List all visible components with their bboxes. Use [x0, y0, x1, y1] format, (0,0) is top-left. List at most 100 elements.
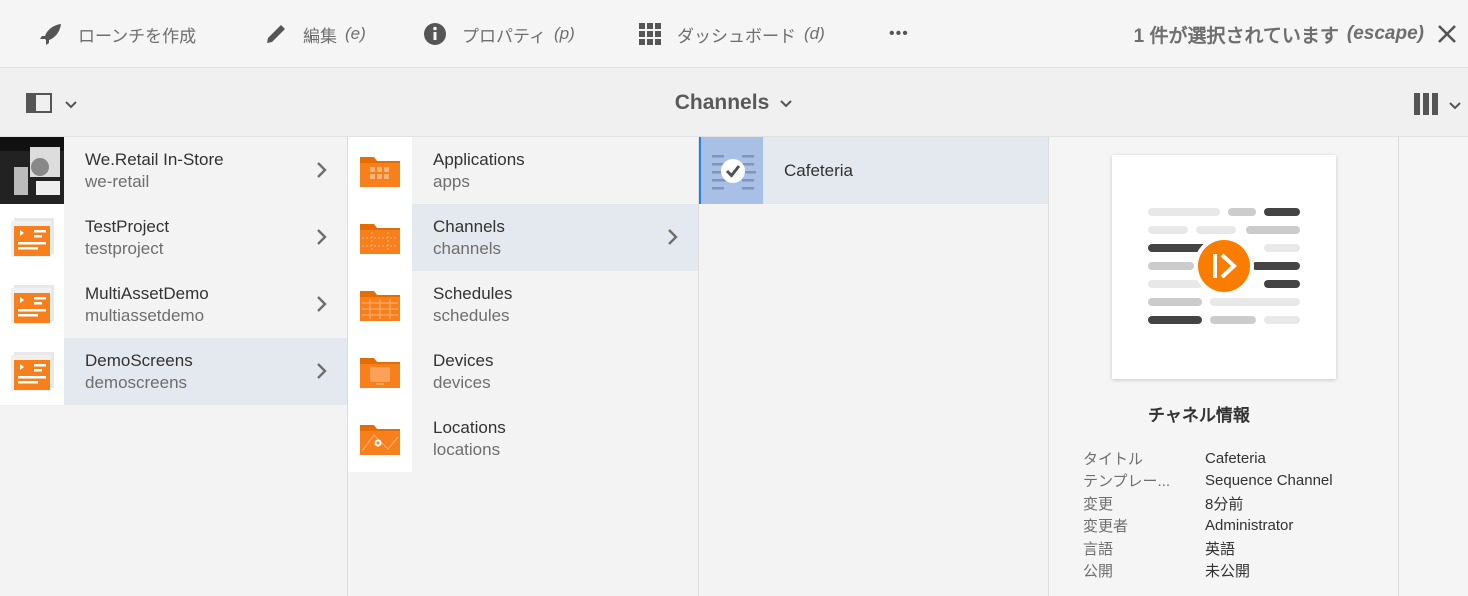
- project-name: we-retail: [85, 171, 150, 191]
- list-item[interactable]: Cafeteria: [699, 137, 1048, 204]
- metadata-value: 未公開: [1205, 563, 1251, 581]
- metadata-row: 変更者 Administrator: [1083, 515, 1333, 538]
- sidebar-icon: [26, 93, 52, 118]
- chevron-down-icon: [1448, 98, 1462, 116]
- edit-button[interactable]: 編集 (e): [263, 0, 366, 68]
- dashboard-button[interactable]: ダッシュボード (d): [637, 0, 825, 68]
- details-heading: チャネル情報: [1148, 406, 1250, 425]
- folders-column: Applications apps Channels channels Sche…: [348, 137, 699, 596]
- project-thumbnail: [0, 338, 64, 405]
- folder-title: Schedules: [433, 283, 513, 303]
- metadata-key: 公開: [1083, 563, 1114, 581]
- chevron-right-icon: [315, 293, 329, 315]
- more-icon: •••: [889, 25, 909, 42]
- metadata-key: 言語: [1083, 540, 1114, 558]
- chevron-right-icon: [315, 360, 329, 382]
- list-item[interactable]: DemoScreens demoscreens: [0, 338, 347, 405]
- list-item[interactable]: Locations locations: [348, 405, 698, 472]
- chevron-down-icon: [779, 91, 793, 115]
- project-name: testproject: [85, 238, 164, 258]
- column-view-icon: [1414, 93, 1438, 120]
- project-name: demoscreens: [85, 372, 188, 392]
- dashboard-label: ダッシュボード: [677, 26, 796, 46]
- more-button[interactable]: •••: [889, 0, 909, 68]
- list-item[interactable]: We.Retail In-Store we-retail: [0, 137, 347, 204]
- grid-icon: [637, 21, 663, 47]
- list-item[interactable]: Schedules schedules: [348, 271, 698, 338]
- title-bar: Channels: [0, 69, 1468, 137]
- project-title: DemoScreens: [85, 350, 193, 370]
- properties-shortcut: (p): [553, 24, 575, 43]
- project-thumbnail: [0, 204, 64, 271]
- empty-column: [1399, 137, 1468, 596]
- metadata-value: Sequence Channel: [1205, 472, 1333, 490]
- close-icon[interactable]: [1434, 21, 1460, 47]
- channel-preview: [1112, 155, 1336, 379]
- chevron-right-icon: [315, 159, 329, 181]
- metadata-value: 8分前: [1205, 495, 1244, 513]
- metadata-key: テンプレー...: [1083, 473, 1171, 491]
- folder-icon: [348, 271, 412, 338]
- info-icon: [422, 21, 448, 47]
- dashboard-shortcut: (d): [804, 24, 825, 43]
- channel-thumbnail: [699, 137, 763, 204]
- project-thumbnail: [0, 137, 64, 204]
- chevron-down-icon: [64, 97, 78, 115]
- folder-icon: [348, 137, 412, 204]
- metadata-list: タイトル Cafeteria テンプレー... Sequence Channel…: [1083, 447, 1333, 582]
- selection-escape-hint: (escape): [1346, 23, 1424, 44]
- metadata-value: Cafeteria: [1205, 449, 1266, 467]
- metadata-row: テンプレー... Sequence Channel: [1083, 470, 1333, 493]
- properties-label: プロパティ: [462, 26, 546, 46]
- chevron-right-icon: [666, 226, 680, 248]
- selection-status: 1 件が選択されています (escape): [1134, 0, 1424, 68]
- channels-column: Cafeteria: [699, 137, 1049, 596]
- folder-name: schedules: [433, 305, 510, 325]
- metadata-row: 言語 英語: [1083, 537, 1333, 560]
- page-title: Channels: [674, 91, 770, 114]
- folder-title: Devices: [433, 350, 494, 370]
- project-title: TestProject: [85, 216, 170, 236]
- channel-title: Cafeteria: [784, 160, 853, 180]
- list-item[interactable]: MultiAssetDemo multiassetdemo: [0, 271, 347, 338]
- folder-icon: [348, 204, 412, 271]
- list-item[interactable]: Devices devices: [348, 338, 698, 405]
- folder-name: devices: [433, 372, 491, 392]
- metadata-row: 変更 8分前: [1083, 492, 1333, 515]
- details-panel: チャネル情報 タイトル Cafeteria テンプレー... Sequence …: [1049, 137, 1399, 596]
- list-item[interactable]: Applications apps: [348, 137, 698, 204]
- action-bar: ローンチを作成 編集 (e) プロパティ (p) ダッシュボード (d) •••…: [0, 0, 1468, 68]
- metadata-row: 公開 未公開: [1083, 560, 1333, 583]
- project-title: We.Retail In-Store: [85, 149, 224, 169]
- projects-column: We.Retail In-Store we-retail TestProject…: [0, 137, 348, 596]
- folder-name: locations: [433, 439, 501, 459]
- project-thumbnail: [0, 271, 64, 338]
- project-title: MultiAssetDemo: [85, 283, 209, 303]
- view-switcher-button[interactable]: [1414, 93, 1462, 120]
- folder-title: Locations: [433, 417, 506, 437]
- metadata-row: タイトル Cafeteria: [1083, 447, 1333, 470]
- create-launch-label: ローンチを作成: [78, 26, 197, 46]
- folder-name: apps: [433, 171, 470, 191]
- metadata-value: 英語: [1205, 540, 1236, 558]
- sequence-channel-icon: [1148, 208, 1300, 324]
- folder-name: channels: [433, 238, 502, 258]
- chevron-right-icon: [315, 226, 329, 248]
- rocket-icon: [38, 21, 64, 47]
- project-name: multiassetdemo: [85, 305, 205, 325]
- list-item[interactable]: Channels channels: [348, 204, 698, 271]
- folder-icon: [348, 338, 412, 405]
- list-item[interactable]: TestProject testproject: [0, 204, 347, 271]
- view-title[interactable]: Channels: [0, 69, 1468, 137]
- folder-title: Applications: [433, 149, 525, 169]
- edit-label: 編集: [303, 26, 337, 46]
- folder-title: Channels: [433, 216, 505, 236]
- properties-button[interactable]: プロパティ (p): [422, 0, 575, 68]
- metadata-key: 変更者: [1083, 518, 1129, 536]
- metadata-value: Administrator: [1205, 517, 1294, 535]
- rail-toggle-button[interactable]: [26, 93, 78, 118]
- pencil-icon: [263, 21, 289, 47]
- folder-icon: [348, 405, 412, 472]
- create-launch-button[interactable]: ローンチを作成: [38, 0, 196, 68]
- metadata-key: タイトル: [1083, 450, 1144, 468]
